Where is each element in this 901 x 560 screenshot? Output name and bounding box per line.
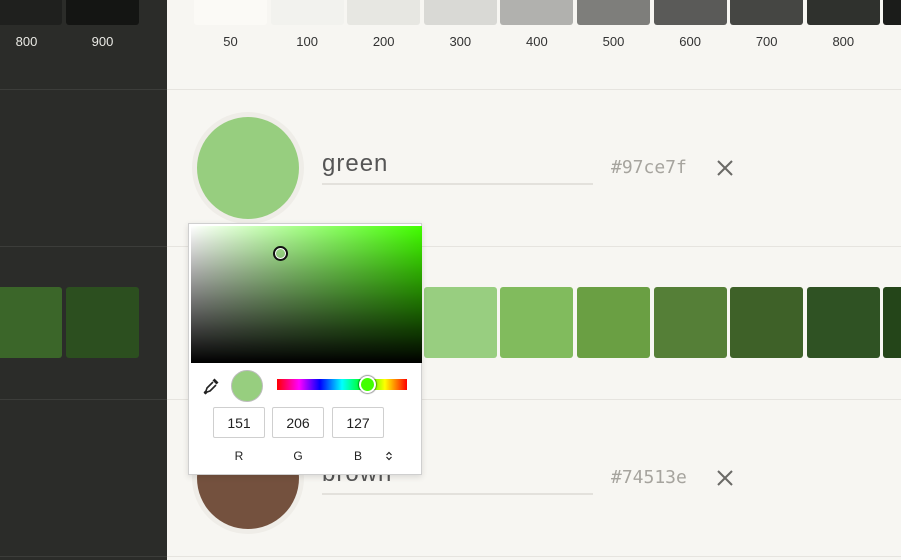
color-preview: [231, 370, 263, 402]
shade-label: 700: [755, 34, 778, 49]
divider: [0, 246, 167, 247]
green-input[interactable]: [272, 407, 324, 438]
neutral-shade-swatch[interactable]: [500, 0, 574, 25]
divider: [167, 556, 901, 557]
shade-label: 300: [449, 34, 472, 49]
hue-slider[interactable]: [277, 376, 407, 393]
close-icon: [717, 160, 733, 176]
shade-label: 100: [296, 34, 318, 49]
green-shade-swatch[interactable]: [653, 287, 727, 358]
shade-label: 200: [372, 34, 395, 49]
green-shade-swatch[interactable]: [806, 287, 880, 358]
left-panel: 800 900: [0, 0, 167, 560]
divider: [0, 399, 167, 400]
color-name-input-green[interactable]: green: [322, 150, 593, 185]
saturation-cursor[interactable]: [273, 246, 288, 261]
neutral-shade-swatch[interactable]: [347, 0, 421, 25]
shade-label-900-left: 900: [91, 34, 114, 49]
delete-color-button-green[interactable]: [712, 155, 738, 181]
green-swatch-900-left[interactable]: [66, 287, 139, 358]
color-picker-popover: R G B: [188, 223, 422, 475]
shade-label: 900: [883, 34, 901, 49]
neutral-shade-swatch[interactable]: [653, 0, 727, 25]
blue-label: B: [353, 449, 362, 463]
saturation-area[interactable]: [191, 226, 422, 363]
red-input[interactable]: [213, 407, 265, 438]
close-icon: [717, 470, 733, 486]
shade-label: 600: [679, 34, 701, 49]
divider: [167, 89, 901, 90]
eyedropper-icon[interactable]: [201, 376, 221, 396]
neutral-shade-swatch[interactable]: [577, 0, 650, 25]
color-hex-brown: #74513e: [611, 467, 687, 488]
green-shade-swatch[interactable]: [577, 287, 650, 358]
shade-label-800-left: 800: [15, 34, 38, 49]
green-shade-swatch[interactable]: [883, 287, 901, 358]
color-hex-green: #97ce7f: [611, 157, 687, 178]
divider: [0, 89, 167, 90]
green-shade-swatch[interactable]: [500, 287, 574, 358]
shade-swatch-800-dark[interactable]: [0, 0, 62, 25]
green-color-circle[interactable]: [197, 117, 299, 219]
neutral-shade-swatch[interactable]: [270, 0, 344, 25]
green-swatch-800-left[interactable]: [0, 287, 62, 358]
chevron-up-down-icon[interactable]: [383, 449, 395, 461]
red-label: R: [234, 449, 244, 463]
shade-swatch-900-dark[interactable]: [66, 0, 139, 25]
neutral-shade-swatch[interactable]: [883, 0, 901, 25]
delete-color-button-brown[interactable]: [712, 465, 738, 491]
green-label: G: [293, 449, 303, 463]
green-shade-swatch[interactable]: [730, 287, 804, 358]
neutral-shade-swatch[interactable]: [730, 0, 804, 25]
neutral-shade-swatch[interactable]: [194, 0, 267, 25]
shade-label: 800: [832, 34, 855, 49]
green-shade-swatch[interactable]: [423, 287, 497, 358]
neutral-shade-swatch[interactable]: [806, 0, 880, 25]
shade-label: 400: [526, 34, 548, 49]
color-name-text: green: [322, 150, 389, 177]
shade-label: 50: [223, 34, 238, 49]
hue-slider-thumb[interactable]: [358, 376, 376, 393]
divider: [0, 556, 167, 557]
neutral-shade-swatch[interactable]: [423, 0, 497, 25]
shade-label: 500: [602, 34, 625, 49]
blue-input[interactable]: [332, 407, 384, 438]
